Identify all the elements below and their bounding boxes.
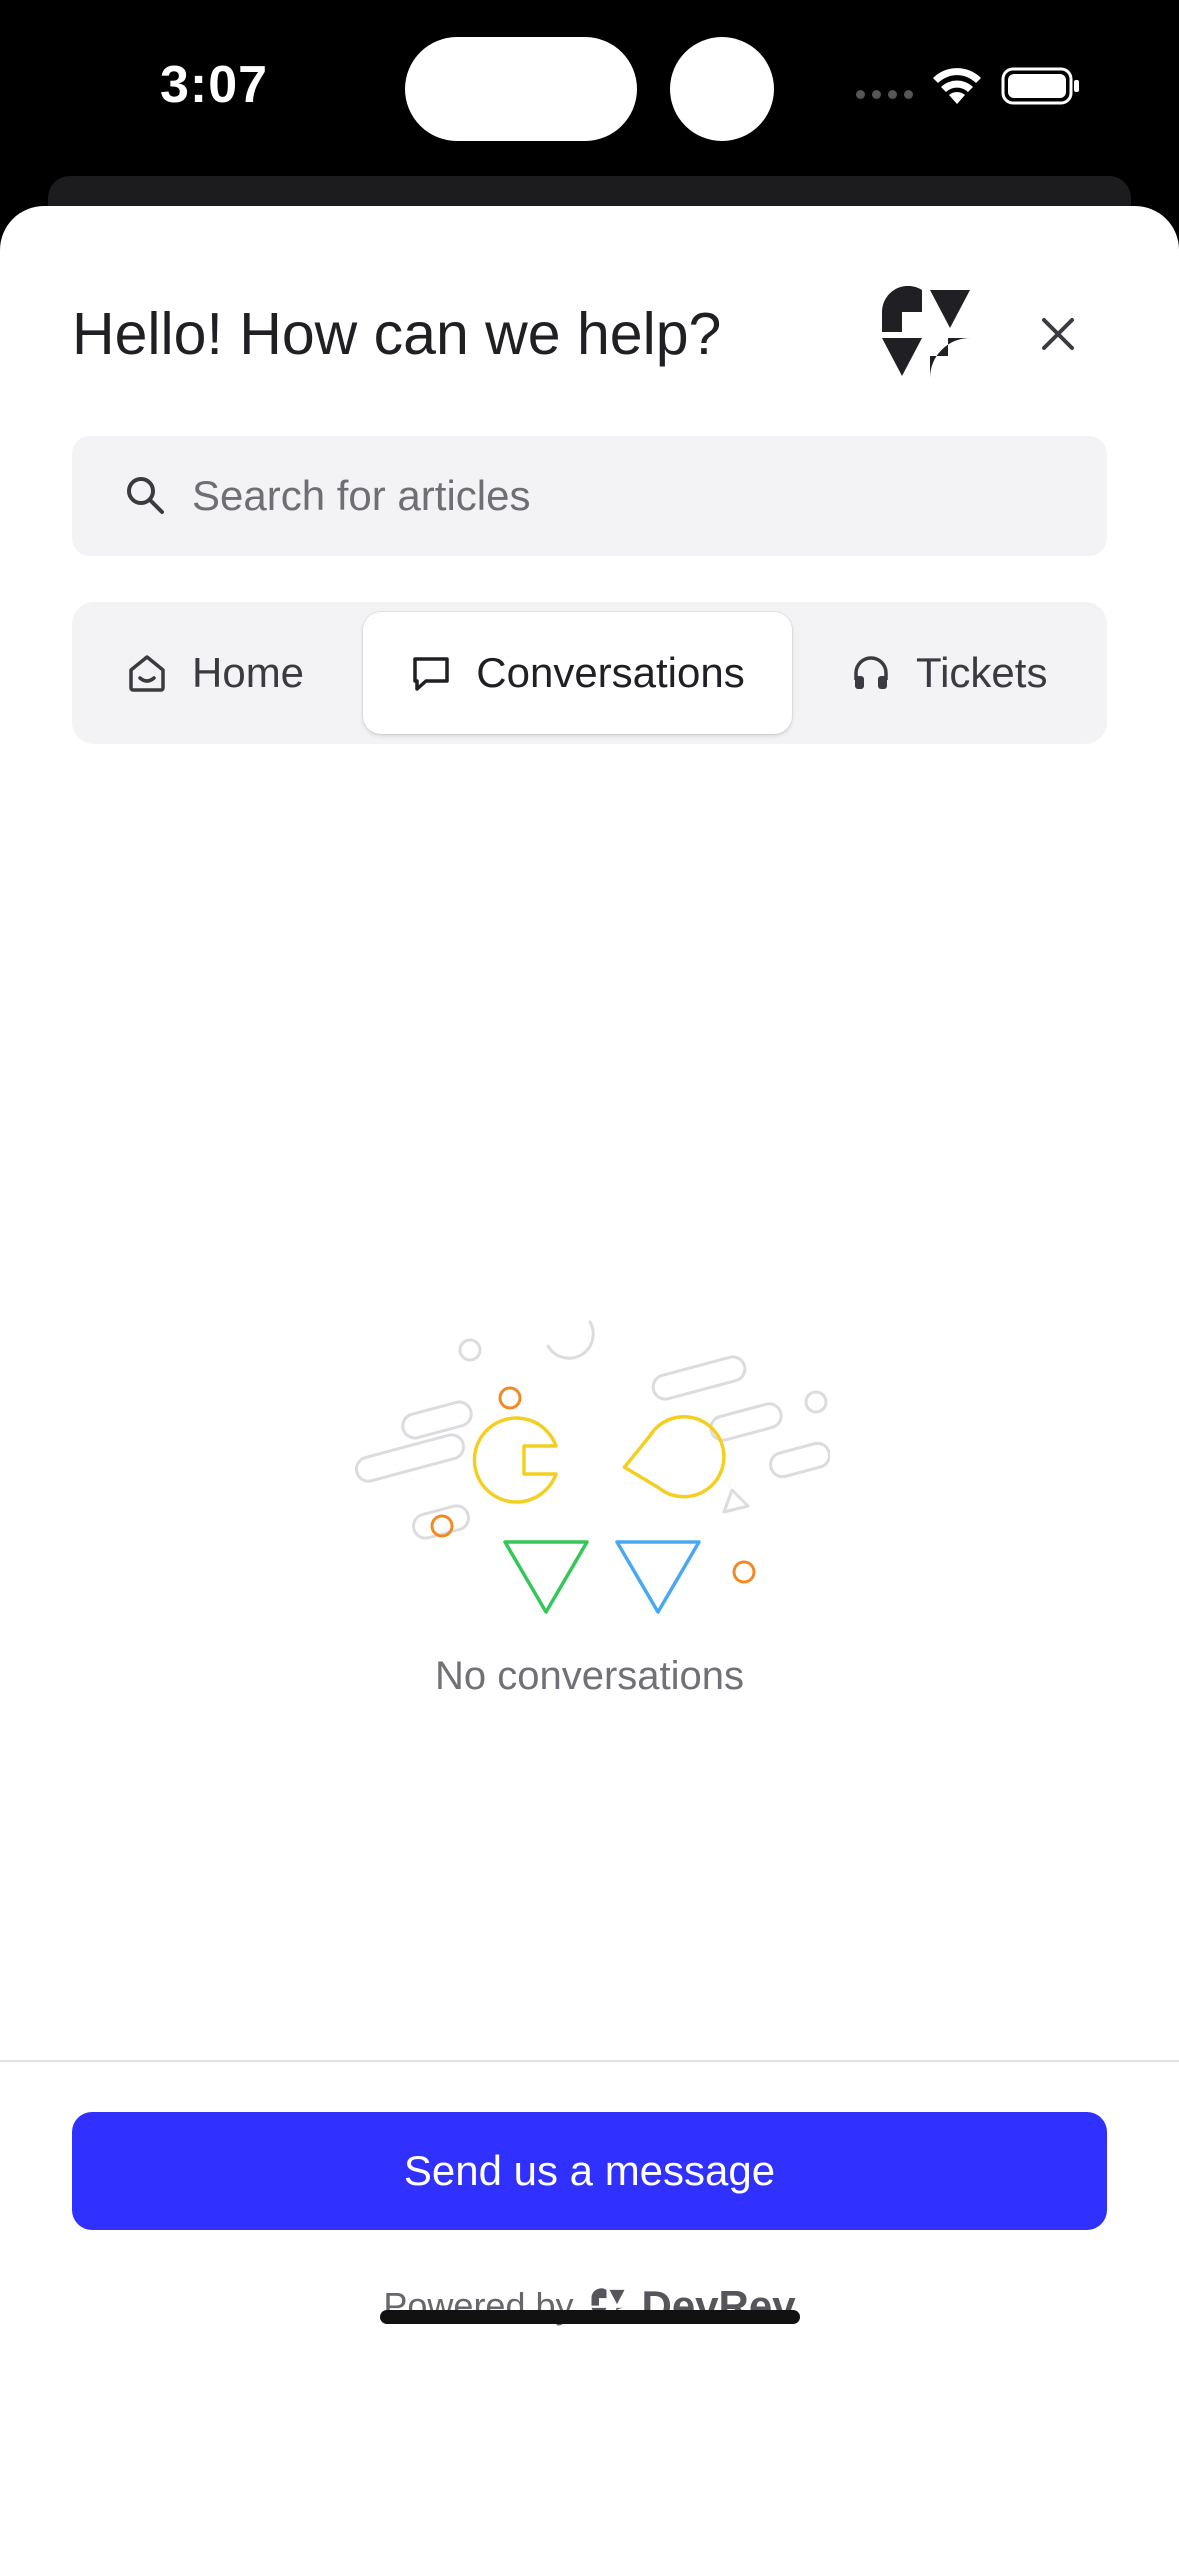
tab-tickets[interactable]: Tickets: [850, 612, 1047, 734]
chat-bubble-icon: [413, 657, 450, 691]
empty-conversations-illustration: [354, 1320, 830, 1614]
home-icon: [129, 655, 165, 692]
home-indicator[interactable]: [380, 2310, 800, 2324]
status-time: 3:07: [160, 56, 269, 114]
close-button[interactable]: [1030, 306, 1086, 362]
tab-tickets-label: Tickets: [916, 649, 1048, 696]
search-input[interactable]: [192, 436, 1072, 556]
app-screen: 3:07 Hello! How can we help? Search for …: [0, 0, 1179, 2556]
devrey-logo-icon: [881, 286, 970, 378]
tab-conversations[interactable]: Conversations: [363, 612, 792, 734]
tab-home-label: Home: [192, 649, 305, 696]
send-message-button[interactable]: Send us a message: [72, 2112, 1107, 2230]
signal-icon: [856, 89, 913, 99]
search-icon: [127, 477, 164, 514]
empty-state-message: No conversations: [434, 1654, 745, 1698]
tab-bar: Home Conversations Tickets: [72, 602, 1107, 744]
status-icons: [856, 66, 1081, 106]
footer-divider: [0, 2060, 1179, 2062]
close-icon: [1042, 318, 1074, 350]
tab-home[interactable]: Home: [126, 612, 304, 734]
camera-cutout: [670, 37, 774, 141]
tab-conversations-label: Conversations: [476, 649, 745, 696]
dynamic-island: [405, 37, 637, 141]
search-bar[interactable]: [72, 436, 1107, 556]
battery-icon: [1001, 67, 1079, 105]
wifi-icon: [933, 68, 981, 104]
headphones-icon: [854, 656, 888, 689]
page-title: Hello! How can we help?: [72, 301, 722, 367]
